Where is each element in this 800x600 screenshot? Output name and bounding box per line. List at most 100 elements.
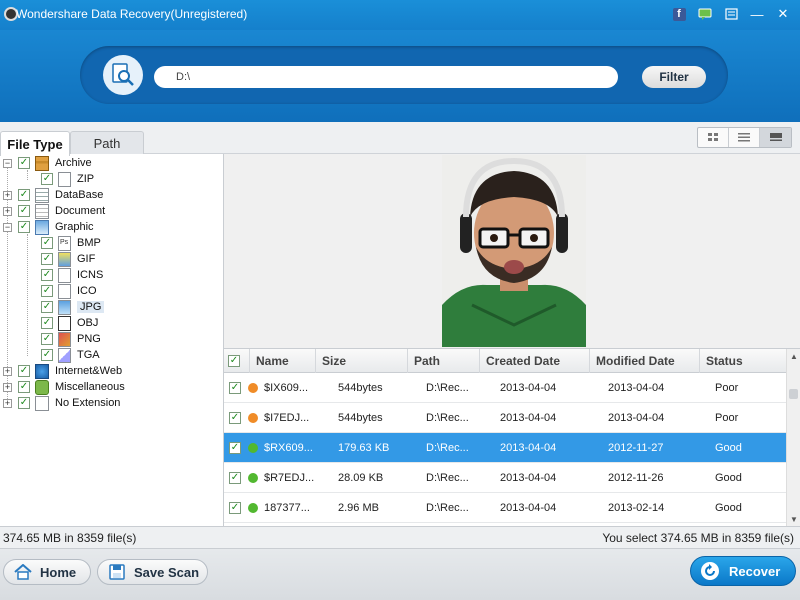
register-icon[interactable] bbox=[720, 5, 742, 23]
checkbox-internet-web[interactable]: ✓ bbox=[18, 365, 30, 377]
column-header-size[interactable]: Size bbox=[316, 349, 408, 373]
select-all-checkbox[interactable]: ✓ bbox=[228, 355, 240, 367]
checkbox-miscellaneous[interactable]: ✓ bbox=[18, 381, 30, 393]
checkbox-database[interactable]: ✓ bbox=[18, 189, 30, 201]
table-row[interactable]: ✓ $R7EDJ... 28.09 KB D:\Rec... 2013-04-04 201… bbox=[224, 463, 786, 493]
checkbox-obj[interactable]: ✓ bbox=[41, 317, 53, 329]
scrollbar-thumb[interactable] bbox=[789, 389, 798, 399]
column-header-modified-date[interactable]: Modified Date bbox=[590, 349, 700, 373]
status-dot-icon bbox=[248, 383, 258, 393]
tree-node-icns[interactable]: ✓ ICNS bbox=[41, 267, 103, 283]
thumbnail-view-button[interactable] bbox=[698, 128, 729, 147]
checkbox-archive[interactable]: ✓ bbox=[18, 157, 30, 169]
tree-node-no-extension[interactable]: + ✓ No Extension bbox=[3, 395, 120, 411]
checkbox-icns[interactable]: ✓ bbox=[41, 269, 53, 281]
table-row[interactable]: ✓ $RX609... 179.63 KB D:\Rec... 2013-04-04 20… bbox=[224, 433, 786, 463]
cell-created: 2013-04-04 bbox=[500, 382, 557, 394]
table-scrollbar[interactable]: ▲ ▼ bbox=[786, 349, 800, 526]
checkbox-bmp[interactable]: ✓ bbox=[41, 237, 53, 249]
view-mode-toggle bbox=[697, 127, 792, 148]
checkbox-document[interactable]: ✓ bbox=[18, 205, 30, 217]
expand-icon[interactable]: + bbox=[3, 398, 12, 408]
tree-label: DataBase bbox=[55, 189, 104, 201]
checkbox-no-extension[interactable]: ✓ bbox=[18, 397, 30, 409]
status-dot-cell bbox=[248, 493, 262, 523]
cell-status: Poor bbox=[715, 382, 739, 394]
checkbox-jpg[interactable]: ✓ bbox=[41, 301, 53, 313]
checkbox-gif[interactable]: ✓ bbox=[41, 253, 53, 265]
cell-created: 2013-04-04 bbox=[500, 502, 557, 514]
file-icon bbox=[58, 267, 71, 283]
checkbox-ico[interactable]: ✓ bbox=[41, 285, 53, 297]
filter-button[interactable]: Filter bbox=[642, 66, 706, 88]
save-scan-label: Save Scan bbox=[134, 564, 200, 580]
cell-path: D:\Rec... bbox=[426, 412, 469, 424]
tree-label: ZIP bbox=[77, 173, 95, 185]
tree-node-database[interactable]: + ✓ DataBase bbox=[3, 187, 103, 203]
tree-node-archive[interactable]: − ✓ Archive bbox=[3, 155, 92, 171]
column-header-status[interactable]: Status bbox=[700, 349, 786, 373]
tree-node-tga[interactable]: ✓ TGA bbox=[41, 347, 100, 363]
tree-label: TGA bbox=[77, 349, 100, 361]
tree-label: JPG bbox=[77, 301, 105, 313]
cell-name: $IX609... bbox=[264, 382, 309, 394]
cell-modified: 2013-04-04 bbox=[608, 412, 665, 424]
tree-node-gif[interactable]: ✓ GIF bbox=[41, 251, 95, 267]
title-bar-controls: f — ✕ bbox=[668, 5, 794, 23]
checkbox-png[interactable]: ✓ bbox=[41, 333, 53, 345]
table-row[interactable]: ✓ $I7EDJ... 544bytes D:\Rec... 2013-04-04 201… bbox=[224, 403, 786, 433]
collapse-icon[interactable]: − bbox=[3, 222, 12, 232]
tab-path[interactable]: Path bbox=[70, 131, 144, 155]
column-header-name[interactable]: Name bbox=[250, 349, 316, 373]
list-view-button[interactable] bbox=[729, 128, 760, 147]
cell-name: $I7EDJ... bbox=[264, 412, 310, 424]
checkbox-graphic[interactable]: ✓ bbox=[18, 221, 30, 233]
scroll-down-icon[interactable]: ▼ bbox=[787, 512, 800, 526]
column-header-path[interactable]: Path bbox=[408, 349, 480, 373]
tree-node-graphic[interactable]: − ✓ Graphic bbox=[3, 219, 94, 235]
cell-size: 2.96 MB bbox=[338, 502, 379, 514]
tree-node-internet-web[interactable]: + ✓ Internet&Web bbox=[3, 363, 122, 379]
scan-search-icon bbox=[103, 55, 143, 95]
collapse-icon[interactable]: − bbox=[3, 158, 12, 168]
column-header-created-date[interactable]: Created Date bbox=[480, 349, 590, 373]
row-checkbox[interactable]: ✓ bbox=[229, 442, 241, 454]
preview-view-button[interactable] bbox=[760, 128, 791, 147]
checkbox-tga[interactable]: ✓ bbox=[41, 349, 53, 361]
scroll-up-icon[interactable]: ▲ bbox=[787, 349, 800, 363]
tree-node-document[interactable]: + ✓ Document bbox=[3, 203, 105, 219]
globe-icon bbox=[35, 363, 49, 379]
checkbox-zip[interactable]: ✓ bbox=[41, 173, 53, 185]
table-row[interactable]: ✓ 187377... 2.96 MB D:\Rec... 2013-04-04 2013… bbox=[224, 493, 786, 523]
expand-icon[interactable]: + bbox=[3, 382, 12, 392]
row-checkbox[interactable]: ✓ bbox=[229, 412, 241, 424]
tree-node-zip[interactable]: ✓ ZIP bbox=[41, 171, 94, 187]
table-row[interactable]: ✓ $IX609... 544bytes D:\Rec... 2013-04-04 201… bbox=[224, 373, 786, 403]
recover-button[interactable]: Recover bbox=[690, 556, 796, 586]
footer-bar: Home Save Scan Recover bbox=[0, 548, 800, 600]
tree-node-png[interactable]: ✓ PNG bbox=[41, 331, 101, 347]
cell-modified: 2013-04-04 bbox=[608, 382, 665, 394]
tree-node-miscellaneous[interactable]: + ✓ Miscellaneous bbox=[3, 379, 125, 395]
save-scan-button[interactable]: Save Scan bbox=[97, 559, 208, 585]
tree-label: GIF bbox=[77, 253, 96, 265]
home-button[interactable]: Home bbox=[3, 559, 91, 585]
expand-icon[interactable]: + bbox=[3, 190, 12, 200]
path-input[interactable] bbox=[154, 66, 618, 88]
tree-node-obj[interactable]: ✓ OBJ bbox=[41, 315, 98, 331]
tree-node-bmp[interactable]: ✓ BMP bbox=[41, 235, 101, 251]
row-checkbox[interactable]: ✓ bbox=[229, 502, 241, 514]
status-dot-cell bbox=[248, 403, 262, 433]
row-checkbox[interactable]: ✓ bbox=[229, 472, 241, 484]
minimize-icon[interactable]: — bbox=[746, 5, 768, 23]
tab-file-type[interactable]: File Type bbox=[0, 131, 70, 156]
tree-node-jpg[interactable]: ✓ JPG bbox=[41, 299, 105, 315]
feedback-icon[interactable] bbox=[694, 5, 716, 23]
expand-icon[interactable]: + bbox=[3, 206, 12, 216]
tree-node-ico[interactable]: ✓ ICO bbox=[41, 283, 97, 299]
row-checkbox[interactable]: ✓ bbox=[229, 382, 241, 394]
results-table: ✓ Name Size Path Created Date Modified D… bbox=[224, 349, 800, 526]
facebook-icon[interactable]: f bbox=[668, 5, 690, 23]
expand-icon[interactable]: + bbox=[3, 366, 12, 376]
close-icon[interactable]: ✕ bbox=[772, 5, 794, 23]
